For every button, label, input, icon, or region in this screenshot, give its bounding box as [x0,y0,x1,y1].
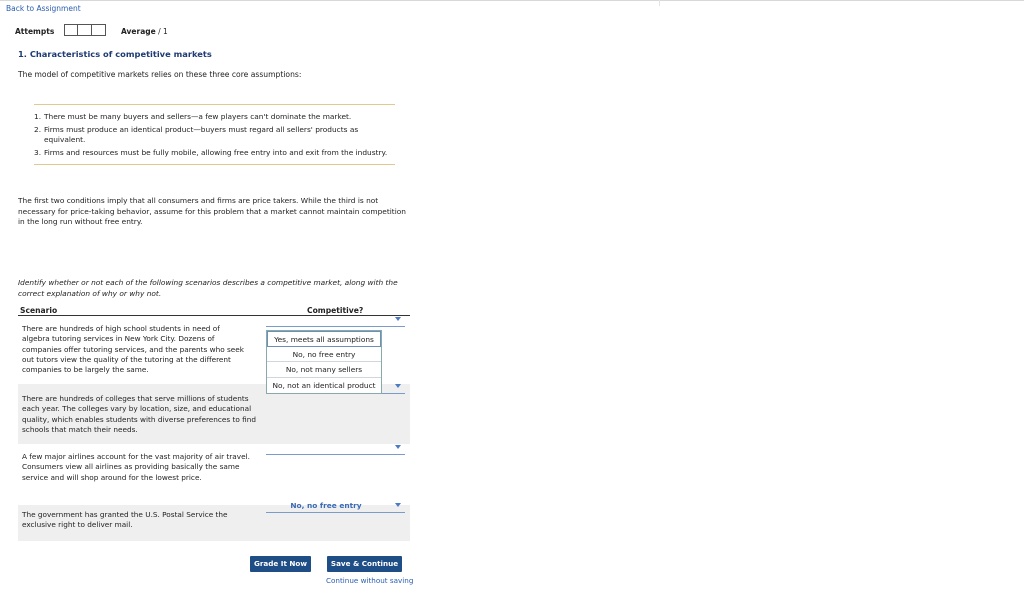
assumption-item: 2. Firms must produce an identical produc… [34,125,395,146]
back-to-assignment-link[interactable]: Back to Assignment [6,4,81,13]
chevron-down-icon [395,384,401,388]
assumption-item: 1. There must be many buyers and sellers—… [34,112,395,123]
table-header: Scenario Competitive? [18,305,410,316]
average-score: Average / 1 [121,27,168,36]
assumption-number: 2. [34,124,42,134]
average-label: Average [121,27,156,36]
assumption-number: 1. [34,112,42,121]
dropdown-option[interactable]: No, no free entry [267,347,381,362]
assumptions-box: 1. There must be many buyers and sellers—… [34,104,395,165]
average-value: / 1 [158,27,168,36]
attempt-boxes [64,24,106,36]
scenario-column-header: Scenario [20,306,58,315]
competitive-select[interactable] [266,444,405,455]
chevron-down-icon [395,503,401,507]
chevron-down-icon [395,445,401,449]
scenario-text: There are hundreds of high school studen… [22,324,245,375]
competitive-column-header: Competitive? [307,306,364,315]
assumption-text: Firms must produce an identical product—… [44,124,359,145]
assumption-text: Firms and resources must be fully mobile… [44,147,388,157]
table-row: The government has granted the U.S. Post… [18,501,410,541]
dropdown-option[interactable]: No, not an identical product [267,378,381,394]
attempt-box [64,24,78,36]
scenario-text: The government has granted the U.S. Post… [22,510,228,530]
grade-it-now-button[interactable]: Grade It Now [250,556,311,572]
scenario-text: A few major airlines account for the vas… [22,452,250,482]
explanation-paragraph: The first two conditions imply that all … [18,196,406,226]
frame-divider [659,0,660,6]
competitive-select[interactable]: No, no free entry [266,501,405,513]
selected-value: No, no free entry [290,501,362,510]
competitive-select[interactable] [266,316,405,327]
assumption-text: There must be many buyers and sellers—a … [44,112,352,121]
competitive-dropdown-menu: Yes, meets all assumptions No, no free e… [266,330,382,394]
assumption-item: 3. Firms and resources must be fully mobi… [34,148,395,159]
attempts-label: Attempts [15,27,55,36]
dropdown-option[interactable]: No, not many sellers [267,362,381,378]
assumptions-list: 1. There must be many buyers and sellers—… [34,112,395,158]
save-and-continue-button[interactable]: Save & Continue [327,556,402,572]
attempt-box [92,24,106,36]
chevron-down-icon [395,317,401,321]
instruction-text: Identify whether or not each of the foll… [18,278,398,298]
question-intro: The model of competitive markets relies … [18,70,302,79]
dropdown-option[interactable]: Yes, meets all assumptions [267,331,381,347]
top-border [0,0,1024,1]
attempt-box [78,24,92,36]
assumption-number: 3. [34,147,42,157]
continue-without-saving-link[interactable]: Continue without saving [326,576,413,585]
question-title: 1. Characteristics of competitive market… [18,49,212,59]
table-row: A few major airlines account for the vas… [18,444,410,505]
scenario-text: There are hundreds of colleges that serv… [22,394,257,434]
